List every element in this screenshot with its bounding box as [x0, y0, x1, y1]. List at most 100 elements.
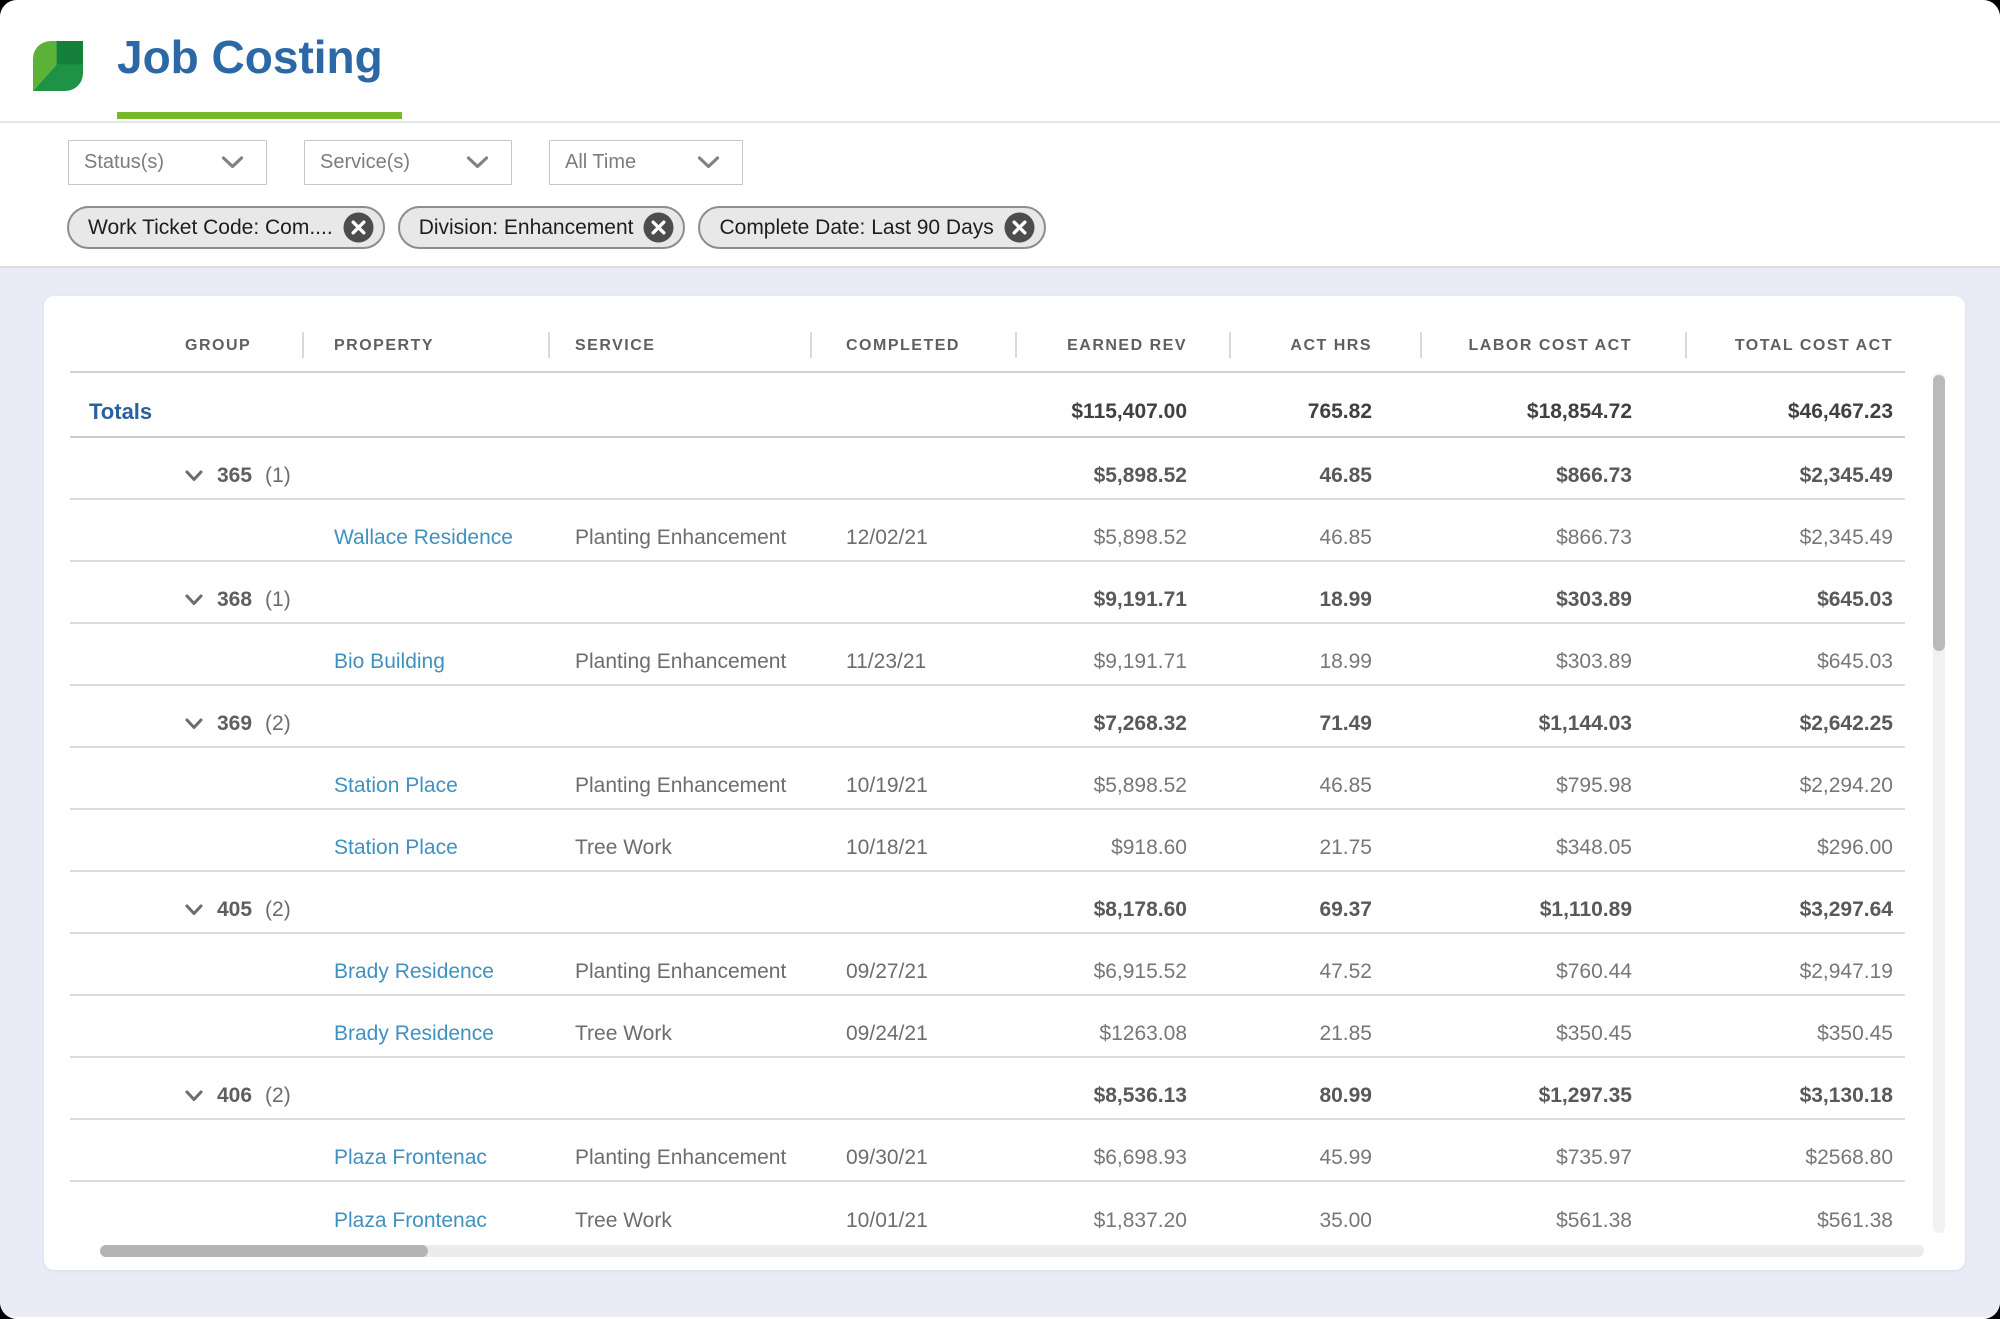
filter-bar: Status(s) Service(s) All Time Work Ticke… [0, 123, 2000, 268]
work-ticket-row: Plaza Frontenac Tree Work 10/01/21 $1,83… [70, 1182, 1905, 1244]
app-window: Job Costing Status(s) Service(s) All Tim… [0, 0, 2000, 1319]
act-hrs-cell: 46.85 [1230, 500, 1421, 560]
group-act-hrs: 71.49 [1230, 686, 1421, 746]
empty-cell [549, 1058, 811, 1118]
column-header-service[interactable]: SERVICE [549, 296, 811, 371]
empty-cell [303, 438, 549, 498]
service-cell: Tree Work [549, 996, 811, 1056]
column-header-property[interactable]: PROPERTY [303, 296, 549, 371]
totals-row: Totals $115,407.00 765.82 $18,854.72 $46… [70, 373, 1905, 438]
completed-cell: 10/01/21 [811, 1182, 1016, 1244]
filter-chip-3[interactable]: Complete Date: Last 90 Days [698, 206, 1045, 249]
empty-cell [811, 373, 1016, 436]
group-total-cost-act: $645.03 [1686, 562, 1904, 622]
totals-label: Totals [70, 373, 303, 436]
table-header-row: GROUPPROPERTYSERVICECOMPLETEDEARNED REVA… [70, 296, 1905, 373]
column-header-total-cost-act[interactable]: TOTAL COST ACT [1686, 296, 1904, 371]
property-cell: Wallace Residence [303, 500, 549, 560]
total-cost-act-cell: $2568.80 [1686, 1120, 1904, 1180]
property-link[interactable]: Plaza Frontenac [334, 1146, 487, 1170]
column-header-act-hrs[interactable]: ACT HRS [1230, 296, 1421, 371]
earned-rev-cell: $9,191.71 [1016, 624, 1230, 684]
service-cell: Tree Work [549, 1182, 811, 1244]
service-cell: Planting Enhancement [549, 1120, 811, 1180]
property-link[interactable]: Brady Residence [334, 1022, 494, 1046]
group-row: 406 (2) $8,536.13 80.99 $1,297.35 $3,130… [70, 1058, 1905, 1120]
group-labor-cost-act: $1,110.89 [1421, 872, 1686, 932]
service-cell: Planting Enhancement [549, 934, 811, 994]
service-cell: Planting Enhancement [549, 748, 811, 808]
collapse-group-icon[interactable] [185, 470, 203, 482]
service-cell: Planting Enhancement [549, 624, 811, 684]
page-title: Job Costing [117, 31, 383, 83]
collapse-group-icon[interactable] [185, 1090, 203, 1102]
group-count: (2) [265, 712, 291, 736]
empty-cell [303, 872, 549, 932]
collapse-group-icon[interactable] [185, 594, 203, 606]
filter-dropdown-3[interactable]: All Time [549, 140, 743, 185]
remove-chip-icon[interactable] [343, 212, 374, 243]
filter-dropdown-2[interactable]: Service(s) [304, 140, 512, 185]
group-count: (2) [265, 1084, 291, 1108]
group-number: 406 [217, 1084, 252, 1108]
column-header-completed[interactable]: COMPLETED [811, 296, 1016, 371]
column-header-labor-cost-act[interactable]: LABOR COST ACT [1421, 296, 1686, 371]
empty-cell [549, 373, 811, 436]
group-count: (1) [265, 588, 291, 612]
earned-rev-cell: $5,898.52 [1016, 500, 1230, 560]
property-link[interactable]: Bio Building [334, 650, 445, 674]
remove-chip-icon[interactable] [1004, 212, 1035, 243]
group-row: 365 (1) $5,898.52 46.85 $866.73 $2,345.4… [70, 438, 1905, 500]
group-earned-rev: $8,178.60 [1016, 872, 1230, 932]
act-hrs-cell: 18.99 [1230, 624, 1421, 684]
completed-cell: 12/02/21 [811, 500, 1016, 560]
work-ticket-row: Station Place Tree Work 10/18/21 $918.60… [70, 810, 1905, 872]
act-hrs-cell: 35.00 [1230, 1182, 1421, 1244]
completed-cell: 11/23/21 [811, 624, 1016, 684]
filter-chip-row: Work Ticket Code: Com.... Division: Enha… [67, 206, 1046, 249]
job-costing-table: GROUPPROPERTYSERVICECOMPLETEDEARNED REVA… [70, 296, 1905, 1244]
filter-dropdown-1[interactable]: Status(s) [68, 140, 267, 185]
column-separator [810, 332, 812, 358]
empty-cell [549, 562, 811, 622]
empty-cell [811, 686, 1016, 746]
filter-chip-1[interactable]: Work Ticket Code: Com.... [67, 206, 385, 249]
vertical-scrollbar-thumb[interactable] [1933, 375, 1945, 651]
column-separator [548, 332, 550, 358]
group-total-cost-act: $3,130.18 [1686, 1058, 1904, 1118]
work-ticket-row: Bio Building Planting Enhancement 11/23/… [70, 624, 1905, 686]
act-hrs-cell: 21.75 [1230, 810, 1421, 870]
empty-cell [70, 1120, 303, 1180]
group-earned-rev: $9,191.71 [1016, 562, 1230, 622]
group-total-cost-act: $3,297.64 [1686, 872, 1904, 932]
title-underline [117, 112, 402, 119]
empty-cell [70, 996, 303, 1056]
earned-rev-cell: $5,898.52 [1016, 748, 1230, 808]
remove-chip-icon[interactable] [643, 212, 674, 243]
empty-cell [549, 872, 811, 932]
job-costing-table-card: GROUPPROPERTYSERVICECOMPLETEDEARNED REVA… [44, 296, 1965, 1270]
collapse-group-icon[interactable] [185, 718, 203, 730]
property-link[interactable]: Wallace Residence [334, 526, 513, 550]
chevron-down-icon [221, 156, 244, 169]
column-separator [1229, 332, 1231, 358]
group-labor-cost-act: $1,297.35 [1421, 1058, 1686, 1118]
column-header-group[interactable]: GROUP [70, 296, 303, 371]
empty-cell [811, 1058, 1016, 1118]
completed-cell: 09/24/21 [811, 996, 1016, 1056]
completed-cell: 09/27/21 [811, 934, 1016, 994]
collapse-group-icon[interactable] [185, 904, 203, 916]
filter-chip-2[interactable]: Division: Enhancement [398, 206, 686, 249]
group-act-hrs: 80.99 [1230, 1058, 1421, 1118]
property-link[interactable]: Plaza Frontenac [334, 1209, 487, 1233]
empty-cell [303, 686, 549, 746]
total-cost-act-cell: $350.45 [1686, 996, 1904, 1056]
property-link[interactable]: Station Place [334, 836, 458, 860]
horizontal-scrollbar-thumb[interactable] [100, 1245, 428, 1257]
property-link[interactable]: Station Place [334, 774, 458, 798]
column-header-earned-rev[interactable]: EARNED REV [1016, 296, 1230, 371]
property-link[interactable]: Brady Residence [334, 960, 494, 984]
labor-cost-act-cell: $561.38 [1421, 1182, 1686, 1244]
total-cost-act-cell: $2,947.19 [1686, 934, 1904, 994]
group-labor-cost-act: $303.89 [1421, 562, 1686, 622]
